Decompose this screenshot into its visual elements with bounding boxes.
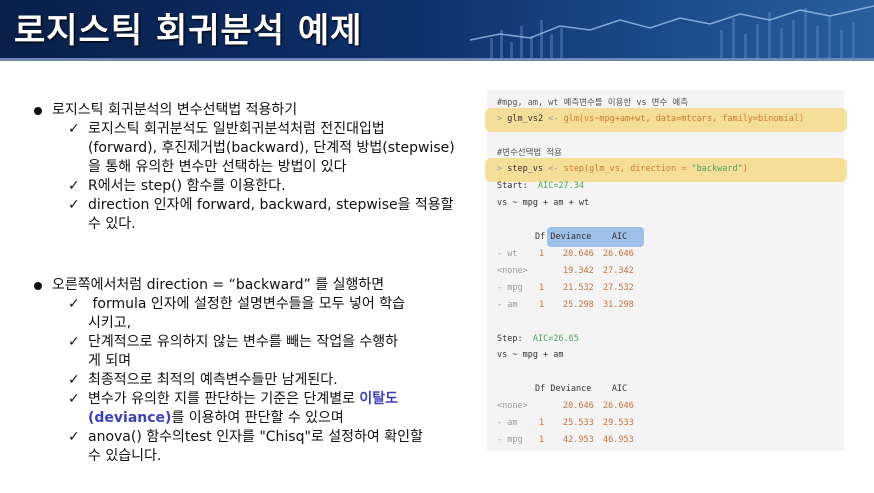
check-item: ✓ 최종적으로 최적의 예측변수들만 남게된다. [68, 372, 338, 388]
table-header: Df Deviance AIC [535, 384, 628, 394]
check-icon: ✓ [68, 372, 80, 388]
aic-cell: 31.298 [603, 300, 634, 310]
code-output-line: vs ~ mpg + am + wt [497, 198, 590, 208]
term-cell: - wt [497, 249, 518, 259]
page-title: 로지스틱 회귀분석 예제 [14, 11, 363, 51]
code-comment: #mpg, am, wt 예측변수를 이용한 vs 변수 예측 [497, 98, 689, 108]
deviance-cell: 25.533 [563, 418, 594, 428]
check-icon: ✓ [68, 296, 80, 312]
deviance-cell: 19.342 [563, 266, 594, 276]
code-output-line: Start: AIC=27.34 [497, 181, 585, 191]
table-row: - am 1 25.298 31.298 [497, 300, 634, 310]
table-row: - wt 1 20.646 26.646 [497, 249, 634, 259]
table-row: <none> 19.342 27.342 [497, 266, 634, 276]
check-item: ✓ formula 인자에 설정한 설명변수들을 모두 넣어 학습 시키고, [68, 296, 405, 331]
check-item: ✓ 변수가 유의한 지를 판단하는 기준은 단계별로 이탈도 (deviance… [68, 391, 399, 426]
bullet-item: 오른쪽에서처럼 direction = “backward” 를 실행하면 [30, 276, 470, 295]
check-item: ✓ R에서는 step() 함수를 이용한다. [68, 178, 286, 194]
bullet-icon [34, 282, 42, 290]
check-icon: ✓ [68, 429, 80, 445]
aic-cell: 46.953 [603, 435, 634, 445]
code-command: > step_vs <- step(glm_vs, direction = "b… [497, 164, 748, 174]
table-header: Df Deviance AIC [535, 232, 628, 242]
term-cell: <none> [497, 266, 528, 276]
df-cell: 1 [539, 283, 545, 293]
df-cell: 1 [539, 418, 545, 428]
code-comment: #변수선택법 적용 [497, 148, 562, 158]
term-cell: - mpg [497, 435, 523, 445]
code-command: > glm_vs2 <- glm(vs~mpg+am+wt, data=mtca… [497, 114, 805, 124]
table-row: - am 1 25.533 29.533 [497, 418, 634, 428]
deviance-cell: 42.953 [563, 435, 594, 445]
df-cell: 1 [539, 435, 545, 445]
highlight-term: 이탈도 [359, 391, 399, 407]
bullet-icon [34, 107, 42, 115]
table-row: - mpg 1 42.953 46.953 [497, 435, 634, 445]
r-console-output: #mpg, am, wt 예측변수를 이용한 vs 변수 예측 > glm_vs… [485, 90, 847, 451]
chart-decoration [470, 5, 874, 58]
deviance-cell: 21.532 [563, 283, 594, 293]
check-item: ✓ direction 인자에 forward, backward, stepw… [68, 197, 454, 232]
check-icon: ✓ [68, 391, 80, 407]
highlight-term: (deviance) [88, 410, 172, 426]
check-icon: ✓ [68, 121, 80, 137]
deviance-cell: 20.646 [563, 401, 594, 411]
check-item: ✓ anova() 함수의test 인자를 "Chisq"로 설정하여 확인할 … [68, 429, 423, 464]
check-item: ✓ 단계적으로 유의하지 않는 변수를 빼는 작업을 수행하 게 되며 [68, 334, 399, 369]
term-cell: - am [497, 418, 518, 428]
check-item: ✓ 로지스틱 회귀분석도 일반회귀분석처럼 전진대입법 (forward), 후… [68, 121, 455, 175]
header-divider [0, 58, 874, 61]
df-cell: 1 [539, 300, 545, 310]
check-icon: ✓ [68, 334, 80, 350]
aic-cell: 26.646 [603, 249, 634, 259]
term-cell: - am [497, 300, 518, 310]
check-icon: ✓ [68, 178, 80, 194]
aic-cell: 29.533 [603, 418, 634, 428]
check-icon: ✓ [68, 197, 80, 213]
term-cell: - mpg [497, 283, 523, 293]
deviance-cell: 25.298 [563, 300, 594, 310]
df-cell: 1 [539, 249, 545, 259]
term-cell: <none> [497, 401, 528, 411]
table-row: - mpg 1 21.532 27.532 [497, 283, 634, 293]
code-output-line: vs ~ mpg + am [497, 350, 564, 360]
title-banner: 로지스틱 회귀분석 예제 [0, 0, 874, 58]
explanation-panel: 로지스틱 회귀분석의 변수선택법 적용하기 ✓ 로지스틱 회귀분석도 일반회귀분… [30, 101, 470, 466]
aic-cell: 26.646 [603, 401, 634, 411]
aic-cell: 27.342 [603, 266, 634, 276]
aic-cell: 27.532 [603, 283, 634, 293]
table-row: <none> 20.646 26.646 [497, 401, 634, 411]
code-output-line: Step: AIC=26.65 [497, 334, 579, 344]
bullet-item: 로지스틱 회귀분석의 변수선택법 적용하기 [30, 101, 470, 120]
deviance-cell: 20.646 [563, 249, 594, 259]
